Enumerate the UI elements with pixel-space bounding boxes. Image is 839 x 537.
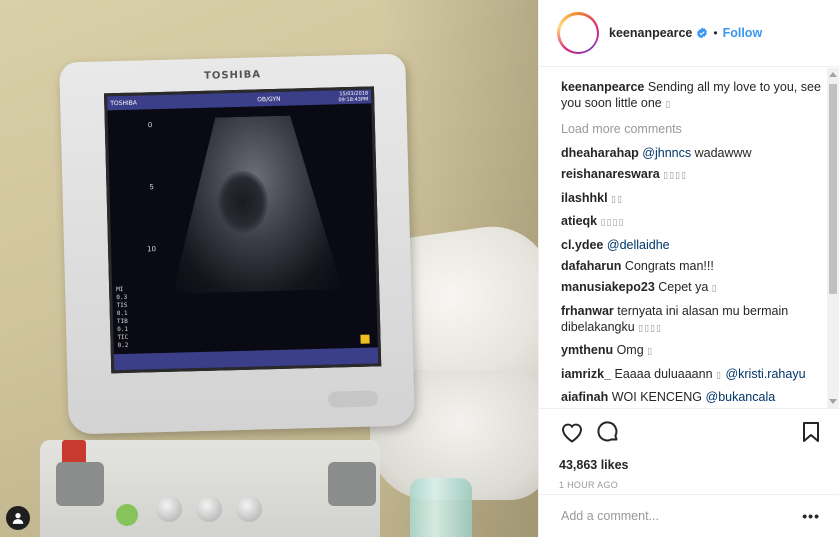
scroll-up-icon[interactable] <box>829 72 837 77</box>
comment-item: ilashhkl ▯▯ <box>561 190 826 208</box>
comment-username[interactable]: cl.ydee <box>561 238 603 252</box>
comment-username[interactable]: ilashhkl <box>561 191 608 205</box>
comment-username[interactable]: iamrizk_ <box>561 367 611 381</box>
comments-list[interactable]: keenanpearce Sending all my love to you,… <box>539 68 839 408</box>
gestational-sac <box>217 170 269 233</box>
post-timestamp[interactable]: 1 HOUR AGO <box>559 480 824 490</box>
save-button[interactable] <box>798 419 824 445</box>
comment-username[interactable]: ymthenu <box>561 343 613 357</box>
bookmark-icon <box>803 422 819 442</box>
comment-username[interactable]: aiafinah <box>561 390 608 404</box>
caption-username[interactable]: keenanpearce <box>561 80 644 94</box>
console-knob <box>236 496 262 522</box>
comment-emoji: ▯▯▯▯ <box>638 323 662 334</box>
console-speaker-left <box>56 462 104 506</box>
monitor-buttons <box>327 390 379 408</box>
comment-username[interactable]: dheaharahap <box>561 146 639 160</box>
comment-username[interactable]: manusiakepo23 <box>561 280 655 294</box>
comment-item: cl.ydee @dellaidhe <box>561 237 826 253</box>
comment-item: reishanareswara ▯▯▯▯ <box>561 166 826 184</box>
comment-text: Cepet ya <box>658 280 709 295</box>
comment-emoji: ▯ <box>716 370 722 381</box>
comment-emoji: ▯ <box>711 284 718 295</box>
more-options-button[interactable]: ••• <box>802 508 820 524</box>
comment-username[interactable]: atieqk <box>561 214 597 228</box>
person-icon <box>12 513 24 524</box>
comment-username[interactable]: reishanareswara <box>561 167 660 181</box>
avatar-story-ring[interactable] <box>557 12 599 54</box>
comment-mention[interactable]: @jhnncs <box>642 146 691 160</box>
author-username[interactable]: keenanpearce <box>609 26 692 40</box>
post-caption: keenanpearce Sending all my love to you,… <box>561 79 826 113</box>
load-more-comments-button[interactable]: Load more comments <box>561 122 826 136</box>
comment-item: manusiakepo23 Cepet ya ▯ <box>561 279 826 297</box>
ultrasound-monitor: TOSHIBA TOSHIBA OB/GYN 15/03/2018 09:18:… <box>59 53 415 435</box>
console-green-button <box>116 504 138 526</box>
screen-params: MI 0.3 TIS 0.1 TIB 0.1 TIC 0.2 <box>116 286 129 350</box>
comment-item: aiafinah WOI KENCENG @bukancala <box>561 389 826 405</box>
verified-badge-icon <box>697 27 708 39</box>
action-buttons-row <box>559 419 824 445</box>
comment-text: wadawww <box>691 146 752 160</box>
speech-bubble-icon <box>597 421 618 442</box>
screen-header-bar: TOSHIBA OB/GYN 15/03/2018 09:18:43PM <box>107 89 372 111</box>
comment-button[interactable] <box>595 419 621 445</box>
comment-emoji: ▯▯▯▯ <box>600 218 625 229</box>
like-button[interactable] <box>559 419 585 445</box>
comment-item: iamrizk_ Eaaaa duluaaann ▯ @kristi.rahay… <box>561 366 826 384</box>
depth-scale-0: 0 <box>147 121 153 130</box>
comment-text: Congrats man!!! <box>624 258 714 273</box>
console-knob <box>156 496 182 522</box>
comment-mention[interactable]: @kristi.rahayu <box>725 367 805 381</box>
screen-datetime: 15/03/2018 09:18:43PM <box>338 90 369 104</box>
comment-item: dheaharahap @jhnncs wadawww <box>561 145 826 161</box>
photo-cup <box>410 478 472 537</box>
ultrasound-scan <box>168 114 343 293</box>
console-knob <box>196 496 222 522</box>
comment-username[interactable]: frhanwar <box>561 304 614 318</box>
param-line: 0.2 <box>117 341 129 350</box>
scrollbar-thumb[interactable] <box>829 84 837 294</box>
comment-item: atieqk ▯▯▯▯ <box>561 213 826 231</box>
likes-count[interactable]: 43,863 likes <box>559 458 824 472</box>
caption-emoji: ▯ <box>665 100 672 110</box>
screen-mode-label: OB/GYN <box>257 95 281 104</box>
comment-text: WOI KENCENG <box>611 389 703 404</box>
tagged-users-button[interactable] <box>6 506 30 530</box>
console-speaker-right <box>328 462 376 506</box>
comment-emoji: ▯▯▯▯ <box>663 171 687 182</box>
follow-button[interactable]: Follow <box>723 26 763 40</box>
depth-scale-10: 10 <box>147 245 157 254</box>
screen-indicator <box>360 334 370 344</box>
comment-username[interactable]: dafaharun <box>561 259 621 273</box>
ultrasound-console <box>40 440 380 537</box>
post-sidebar: keenanpearce • Follow keenanpearce Sendi… <box>538 0 839 537</box>
add-comment-bar: ••• <box>539 494 839 537</box>
comment-emoji: ▯▯ <box>611 194 623 205</box>
comment-text: Eaaaa duluaaann <box>614 366 713 381</box>
add-comment-input[interactable] <box>561 509 803 523</box>
comment-item: dafaharun Congrats man!!! <box>561 258 826 274</box>
comment-mention[interactable]: @dellaidhe <box>607 238 670 252</box>
comment-mention[interactable]: @bukancala <box>706 390 776 404</box>
post-photo[interactable]: TOSHIBA TOSHIBA OB/GYN 15/03/2018 09:18:… <box>0 0 538 537</box>
ultrasound-screen: TOSHIBA OB/GYN 15/03/2018 09:18:43PM 0 5… <box>104 86 382 374</box>
comments-scrollbar[interactable] <box>827 68 839 408</box>
depth-scale-5: 5 <box>149 183 155 192</box>
avatar-border <box>559 14 597 52</box>
comment-item: frhanwar ternyata ini alasan mu bermain … <box>561 303 826 337</box>
scroll-down-icon[interactable] <box>829 399 837 404</box>
heart-icon <box>561 423 583 443</box>
post-header: keenanpearce • Follow <box>539 0 839 67</box>
post-actions: 43,863 likes 1 HOUR AGO <box>539 408 839 500</box>
avatar <box>561 16 595 50</box>
screen-footer-bar <box>113 347 379 371</box>
comment-item: ymthenu Omg ▯ <box>561 342 826 360</box>
separator-dot: • <box>713 26 718 40</box>
comment-emoji: ▯ <box>647 347 654 358</box>
screen-brand-label: TOSHIBA <box>110 99 138 108</box>
monitor-brand: TOSHIBA <box>203 69 262 82</box>
comment-text: Omg <box>616 343 644 358</box>
